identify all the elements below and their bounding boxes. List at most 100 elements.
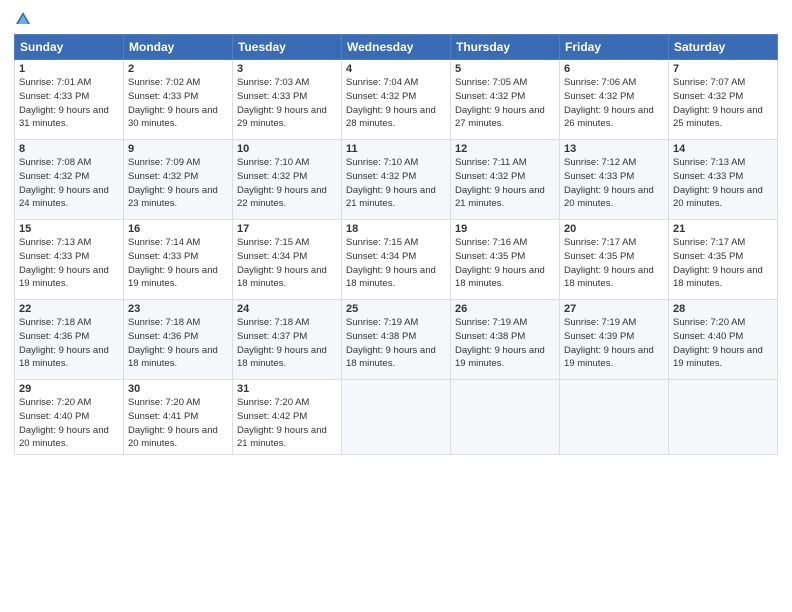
sunrise-label: Sunrise: 7:04 AM [346,77,418,88]
day-cell: 19 Sunrise: 7:16 AM Sunset: 4:35 PM Dayl… [451,220,560,300]
day-cell: 26 Sunrise: 7:19 AM Sunset: 4:38 PM Dayl… [451,300,560,380]
sunset-label: Sunset: 4:32 PM [455,171,525,182]
day-number: 14 [673,143,773,155]
daylight-label: Daylight: 9 hours and 20 minutes. [564,185,654,210]
sunrise-label: Sunrise: 7:08 AM [19,157,91,168]
daylight-label: Daylight: 9 hours and 26 minutes. [564,105,654,130]
daylight-label: Daylight: 9 hours and 18 minutes. [346,265,436,290]
day-info: Sunrise: 7:09 AM Sunset: 4:32 PM Dayligh… [128,156,228,211]
sunset-label: Sunset: 4:32 PM [128,171,198,182]
sunset-label: Sunset: 4:40 PM [673,331,743,342]
day-cell: 30 Sunrise: 7:20 AM Sunset: 4:41 PM Dayl… [124,380,233,455]
sunrise-label: Sunrise: 7:01 AM [19,77,91,88]
day-cell: 9 Sunrise: 7:09 AM Sunset: 4:32 PM Dayli… [124,140,233,220]
day-number: 2 [128,63,228,75]
sunrise-label: Sunrise: 7:12 AM [564,157,636,168]
sunrise-label: Sunrise: 7:19 AM [346,317,418,328]
sunset-label: Sunset: 4:32 PM [237,171,307,182]
day-cell: 27 Sunrise: 7:19 AM Sunset: 4:39 PM Dayl… [560,300,669,380]
day-cell: 21 Sunrise: 7:17 AM Sunset: 4:35 PM Dayl… [669,220,778,300]
day-number: 21 [673,223,773,235]
daylight-label: Daylight: 9 hours and 19 minutes. [564,345,654,370]
sunset-label: Sunset: 4:35 PM [564,251,634,262]
sunrise-label: Sunrise: 7:18 AM [19,317,91,328]
day-info: Sunrise: 7:01 AM Sunset: 4:33 PM Dayligh… [19,76,119,131]
day-cell [560,380,669,455]
day-cell: 4 Sunrise: 7:04 AM Sunset: 4:32 PM Dayli… [342,60,451,140]
sunrise-label: Sunrise: 7:18 AM [128,317,200,328]
sunset-label: Sunset: 4:33 PM [19,91,89,102]
col-header-monday: Monday [124,35,233,60]
day-info: Sunrise: 7:02 AM Sunset: 4:33 PM Dayligh… [128,76,228,131]
col-header-tuesday: Tuesday [233,35,342,60]
sunset-label: Sunset: 4:42 PM [237,411,307,422]
daylight-label: Daylight: 9 hours and 18 minutes. [237,345,327,370]
sunrise-label: Sunrise: 7:13 AM [673,157,745,168]
day-number: 12 [455,143,555,155]
day-number: 6 [564,63,664,75]
day-cell: 20 Sunrise: 7:17 AM Sunset: 4:35 PM Dayl… [560,220,669,300]
sunset-label: Sunset: 4:32 PM [673,91,743,102]
sunrise-label: Sunrise: 7:18 AM [237,317,309,328]
day-info: Sunrise: 7:05 AM Sunset: 4:32 PM Dayligh… [455,76,555,131]
day-number: 28 [673,303,773,315]
day-info: Sunrise: 7:17 AM Sunset: 4:35 PM Dayligh… [673,236,773,291]
day-number: 18 [346,223,446,235]
daylight-label: Daylight: 9 hours and 28 minutes. [346,105,436,130]
sunset-label: Sunset: 4:33 PM [237,91,307,102]
sunrise-label: Sunrise: 7:20 AM [237,397,309,408]
logo [14,10,34,28]
day-number: 24 [237,303,337,315]
daylight-label: Daylight: 9 hours and 18 minutes. [128,345,218,370]
day-cell: 31 Sunrise: 7:20 AM Sunset: 4:42 PM Dayl… [233,380,342,455]
day-cell: 3 Sunrise: 7:03 AM Sunset: 4:33 PM Dayli… [233,60,342,140]
col-header-wednesday: Wednesday [342,35,451,60]
day-info: Sunrise: 7:10 AM Sunset: 4:32 PM Dayligh… [237,156,337,211]
day-info: Sunrise: 7:20 AM Sunset: 4:41 PM Dayligh… [128,396,228,451]
daylight-label: Daylight: 9 hours and 20 minutes. [673,185,763,210]
daylight-label: Daylight: 9 hours and 23 minutes. [128,185,218,210]
daylight-label: Daylight: 9 hours and 18 minutes. [19,345,109,370]
daylight-label: Daylight: 9 hours and 20 minutes. [128,425,218,450]
col-header-saturday: Saturday [669,35,778,60]
week-row-1: 1 Sunrise: 7:01 AM Sunset: 4:33 PM Dayli… [15,60,778,140]
daylight-label: Daylight: 9 hours and 19 minutes. [128,265,218,290]
day-cell: 6 Sunrise: 7:06 AM Sunset: 4:32 PM Dayli… [560,60,669,140]
sunrise-label: Sunrise: 7:13 AM [19,237,91,248]
col-header-friday: Friday [560,35,669,60]
day-info: Sunrise: 7:16 AM Sunset: 4:35 PM Dayligh… [455,236,555,291]
day-number: 8 [19,143,119,155]
daylight-label: Daylight: 9 hours and 29 minutes. [237,105,327,130]
day-info: Sunrise: 7:20 AM Sunset: 4:40 PM Dayligh… [673,316,773,371]
day-cell: 25 Sunrise: 7:19 AM Sunset: 4:38 PM Dayl… [342,300,451,380]
day-number: 13 [564,143,664,155]
sunset-label: Sunset: 4:35 PM [673,251,743,262]
day-info: Sunrise: 7:10 AM Sunset: 4:32 PM Dayligh… [346,156,446,211]
sunrise-label: Sunrise: 7:15 AM [237,237,309,248]
sunset-label: Sunset: 4:36 PM [128,331,198,342]
day-cell: 16 Sunrise: 7:14 AM Sunset: 4:33 PM Dayl… [124,220,233,300]
day-cell: 5 Sunrise: 7:05 AM Sunset: 4:32 PM Dayli… [451,60,560,140]
sunset-label: Sunset: 4:34 PM [237,251,307,262]
day-cell: 15 Sunrise: 7:13 AM Sunset: 4:33 PM Dayl… [15,220,124,300]
daylight-label: Daylight: 9 hours and 19 minutes. [455,345,545,370]
logo-icon [14,10,32,28]
day-cell: 13 Sunrise: 7:12 AM Sunset: 4:33 PM Dayl… [560,140,669,220]
day-cell: 28 Sunrise: 7:20 AM Sunset: 4:40 PM Dayl… [669,300,778,380]
calendar: SundayMondayTuesdayWednesdayThursdayFrid… [14,34,778,455]
sunrise-label: Sunrise: 7:17 AM [564,237,636,248]
day-cell: 1 Sunrise: 7:01 AM Sunset: 4:33 PM Dayli… [15,60,124,140]
day-number: 3 [237,63,337,75]
sunset-label: Sunset: 4:38 PM [455,331,525,342]
day-info: Sunrise: 7:18 AM Sunset: 4:36 PM Dayligh… [19,316,119,371]
day-info: Sunrise: 7:18 AM Sunset: 4:37 PM Dayligh… [237,316,337,371]
day-number: 11 [346,143,446,155]
sunrise-label: Sunrise: 7:10 AM [237,157,309,168]
sunset-label: Sunset: 4:39 PM [564,331,634,342]
sunrise-label: Sunrise: 7:20 AM [128,397,200,408]
day-info: Sunrise: 7:14 AM Sunset: 4:33 PM Dayligh… [128,236,228,291]
day-info: Sunrise: 7:13 AM Sunset: 4:33 PM Dayligh… [19,236,119,291]
day-number: 31 [237,383,337,395]
daylight-label: Daylight: 9 hours and 27 minutes. [455,105,545,130]
day-info: Sunrise: 7:19 AM Sunset: 4:38 PM Dayligh… [455,316,555,371]
